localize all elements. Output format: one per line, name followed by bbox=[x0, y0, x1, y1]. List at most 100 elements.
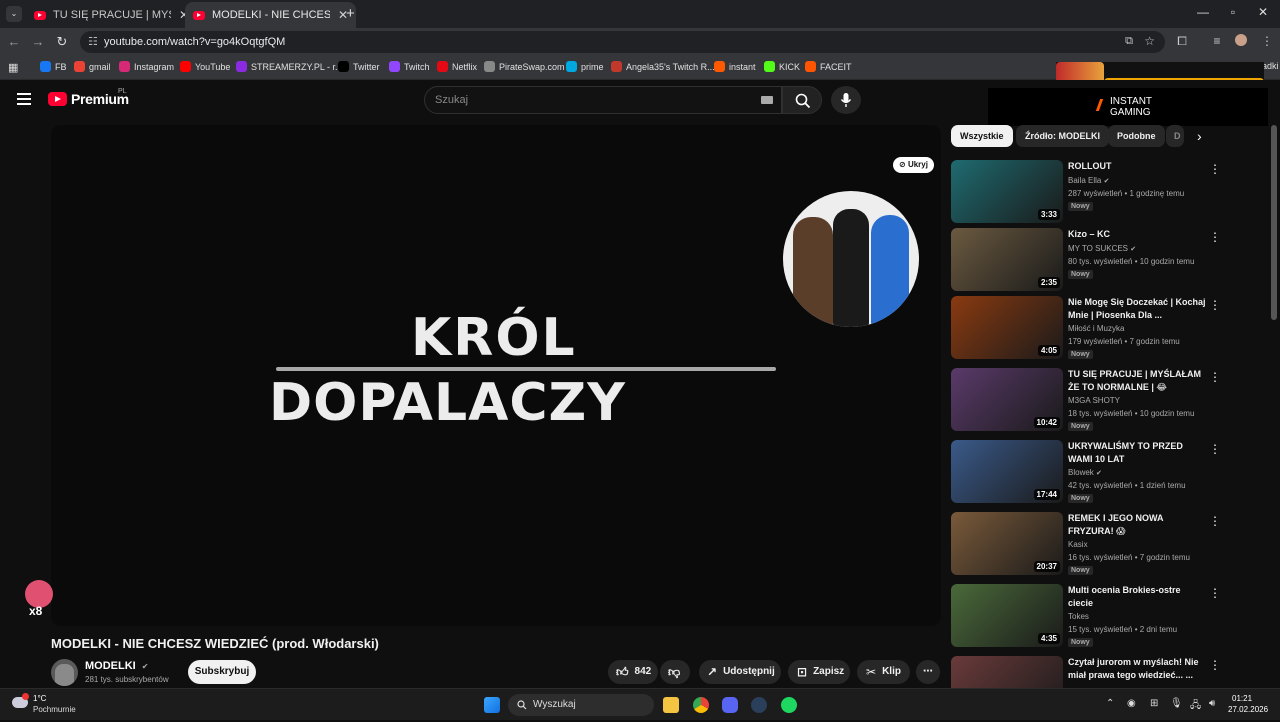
search-button[interactable] bbox=[782, 86, 822, 114]
forward-button[interactable]: → bbox=[28, 34, 48, 49]
video-title[interactable]: REMEK I JEGO NOWA FRYZURA! 😱 bbox=[1068, 512, 1206, 538]
windows-start-icon[interactable] bbox=[484, 697, 500, 713]
video-channel[interactable]: Blowek ✔ bbox=[1068, 468, 1102, 477]
more-vertical-icon[interactable]: ⋮ bbox=[1209, 230, 1221, 244]
video-thumbnail[interactable]: 3:33 bbox=[951, 160, 1063, 223]
video-title[interactable]: ROLLOUT bbox=[1068, 160, 1206, 173]
video-title[interactable]: UKRYWALIŚMY TO PRZED WAMI 10 LAT bbox=[1068, 440, 1206, 466]
channel-avatar[interactable] bbox=[51, 659, 78, 686]
install-app-icon[interactable]: ⧉ bbox=[1125, 35, 1133, 48]
voice-search-button[interactable] bbox=[831, 86, 861, 114]
more-actions-button[interactable]: ⋯ bbox=[916, 660, 940, 684]
recommended-video[interactable]: 4:05 Nie Mogę Się Doczekać | Kochaj Mnie … bbox=[951, 296, 1269, 362]
chip-similar[interactable]: Podobne bbox=[1108, 125, 1165, 147]
video-thumbnail[interactable]: 4:35 bbox=[951, 584, 1063, 647]
bookmark-item[interactable]: FB bbox=[40, 61, 67, 72]
share-button[interactable]: ↗ Udostępnij bbox=[699, 660, 781, 684]
youtube-premium-logo[interactable]: Premium PL bbox=[48, 88, 129, 107]
hamburger-menu-icon[interactable] bbox=[17, 93, 31, 105]
video-player[interactable]: KRÓL DOPALACZY ⊘ Ukryj bbox=[51, 125, 941, 626]
bookmark-item[interactable]: gmail bbox=[74, 61, 111, 72]
save-button[interactable]: ⊡ Zapisz bbox=[788, 660, 850, 684]
like-button[interactable]: 👍︎ 842 bbox=[608, 660, 658, 684]
instant-gaming-ad[interactable]: INSTANT GAMING bbox=[988, 88, 1268, 126]
steam-icon[interactable] bbox=[751, 697, 767, 713]
more-vertical-icon[interactable]: ⋮ bbox=[1209, 586, 1221, 600]
clip-button[interactable]: ✂ Klip bbox=[857, 660, 910, 684]
bookmark-item[interactable]: FACEIT bbox=[805, 61, 852, 72]
bookmark-item[interactable]: Netflix bbox=[437, 61, 477, 72]
channel-name[interactable]: MODELKI ✔ bbox=[85, 660, 149, 672]
tab-1[interactable]: TU SIĘ PRACUJE | MYŚLAŁAM Ż ✕ bbox=[26, 2, 197, 28]
network-icon[interactable]: 🖧︎ bbox=[1190, 698, 1201, 715]
video-channel[interactable]: M3GA SHOTY bbox=[1068, 396, 1120, 405]
bookmark-item[interactable]: Twitter bbox=[338, 61, 380, 72]
back-button[interactable]: ← bbox=[4, 34, 24, 49]
keyboard-icon[interactable] bbox=[761, 96, 773, 104]
video-thumbnail[interactable]: 17:44 bbox=[951, 440, 1063, 503]
video-channel[interactable]: Miłość i Muzyka bbox=[1068, 324, 1124, 333]
video-title[interactable]: TU SIĘ PRACUJE | MYŚLAŁAM ŻE TO NORMALNE… bbox=[1068, 368, 1206, 395]
spotify-icon[interactable] bbox=[781, 697, 797, 713]
browser-menu-icon[interactable]: ⋮ bbox=[1258, 34, 1276, 48]
more-vertical-icon[interactable]: ⋮ bbox=[1209, 442, 1221, 456]
more-vertical-icon[interactable]: ⋮ bbox=[1209, 162, 1221, 176]
taskbar-search[interactable]: Wyszukaj bbox=[508, 694, 654, 716]
recommended-video[interactable]: 20:37 REMEK I JEGO NOWA FRYZURA! 😱 Kasix 16… bbox=[951, 512, 1269, 578]
recommended-video[interactable]: 2:35 Kizo – KC MY TO SUKCES ✔ 80 tys. wyświ… bbox=[951, 228, 1269, 294]
microphone-tray-icon[interactable]: 🎙︎ bbox=[1170, 698, 1183, 709]
more-vertical-icon[interactable]: ⋮ bbox=[1209, 298, 1221, 312]
bookmark-item[interactable]: prime bbox=[566, 61, 604, 72]
more-vertical-icon[interactable]: ⋮ bbox=[1209, 514, 1221, 528]
apps-grid-icon[interactable]: ▦ bbox=[8, 61, 18, 74]
more-vertical-icon[interactable]: ⋮ bbox=[1209, 370, 1221, 384]
tab-search-dropdown[interactable]: ⌄ bbox=[6, 6, 22, 22]
chip-all[interactable]: Wszystkie bbox=[951, 125, 1013, 147]
subscribe-button[interactable]: Subskrybuj bbox=[188, 660, 256, 684]
minimize-button[interactable]: — bbox=[1188, 5, 1218, 19]
recommended-video[interactable]: 4:35 Multi ocenia Brokies-ostre ciecie Tok… bbox=[951, 584, 1269, 650]
close-window-button[interactable]: ✕ bbox=[1248, 5, 1278, 19]
address-bar[interactable]: ☷ youtube.com/watch?v=go4kOqtgfQM ⧉ ☆ bbox=[80, 31, 1165, 53]
volume-icon[interactable]: 🔊︎ bbox=[1209, 698, 1215, 709]
bookmark-item[interactable]: KICK bbox=[764, 61, 800, 72]
video-channel[interactable]: Baila Ella ✔ bbox=[1068, 176, 1109, 185]
search-input[interactable]: Szukaj bbox=[424, 86, 782, 114]
hide-button[interactable]: ⊘ Ukryj bbox=[893, 157, 934, 173]
bookmark-item[interactable]: STREAMERZY.PL - r... bbox=[236, 61, 343, 72]
tray-discord-icon[interactable]: ◉ bbox=[1127, 698, 1136, 709]
chevron-right-icon[interactable]: › bbox=[1197, 128, 1202, 144]
video-channel[interactable]: MY TO SUKCES ✔ bbox=[1068, 244, 1136, 253]
chip-source[interactable]: Źródło: MODELKI bbox=[1016, 125, 1109, 147]
tray-app-icon[interactable]: ⊞ bbox=[1150, 698, 1158, 709]
bookmark-item[interactable]: Angela35's Twitch R... bbox=[611, 61, 715, 72]
video-title[interactable]: Kizo – KC bbox=[1068, 228, 1206, 241]
video-thumbnail[interactable]: 20:37 bbox=[951, 512, 1063, 575]
new-tab-button[interactable]: + bbox=[346, 5, 355, 22]
bookmark-item[interactable]: PirateSwap.com bbox=[484, 61, 565, 72]
reload-button[interactable]: ↻ bbox=[52, 34, 72, 50]
maximize-button[interactable]: ▫ bbox=[1218, 5, 1248, 19]
site-info-icon[interactable]: ☷ bbox=[88, 35, 98, 48]
recommended-video[interactable]: 3:33 ROLLOUT Baila Ella ✔ 287 wyświetleń • … bbox=[951, 160, 1269, 226]
bookmark-item[interactable]: instant bbox=[714, 61, 756, 72]
bookmark-item[interactable]: YouTube bbox=[180, 61, 230, 72]
bookmark-item[interactable]: Instagram bbox=[119, 61, 174, 72]
video-thumbnail[interactable]: 4:05 bbox=[951, 296, 1063, 359]
chrome-icon[interactable] bbox=[693, 697, 709, 713]
video-thumbnail[interactable]: 10:42 bbox=[951, 368, 1063, 431]
recommended-video[interactable]: 10:42 TU SIĘ PRACUJE | MYŚLAŁAM ŻE TO NOR… bbox=[951, 368, 1269, 434]
bookmark-item[interactable]: Twitch bbox=[389, 61, 430, 72]
dislike-button[interactable]: 👎︎ bbox=[660, 660, 690, 684]
video-title[interactable]: Nie Mogę Się Doczekać | Kochaj Mnie | Pi… bbox=[1068, 296, 1206, 322]
chip-more[interactable]: D bbox=[1166, 125, 1184, 147]
recommended-video[interactable]: 17:44 UKRYWALIŚMY TO PRZED WAMI 10 LAT Blo… bbox=[951, 440, 1269, 506]
media-controls-icon[interactable]: ≡ bbox=[1208, 34, 1226, 48]
video-channel[interactable]: Kasix bbox=[1068, 540, 1088, 549]
tab-2[interactable]: MODELKI - NIE CHCESZ WIEDZIEĆ ✕ bbox=[185, 2, 357, 28]
video-title[interactable]: Czytał jurorom w myślach! Nie miał prawa… bbox=[1068, 656, 1206, 682]
video-title[interactable]: Multi ocenia Brokies-ostre ciecie bbox=[1068, 584, 1206, 610]
more-vertical-icon[interactable]: ⋮ bbox=[1209, 658, 1221, 672]
file-explorer-icon[interactable] bbox=[663, 697, 679, 713]
profile-avatar-icon[interactable] bbox=[1232, 34, 1250, 49]
